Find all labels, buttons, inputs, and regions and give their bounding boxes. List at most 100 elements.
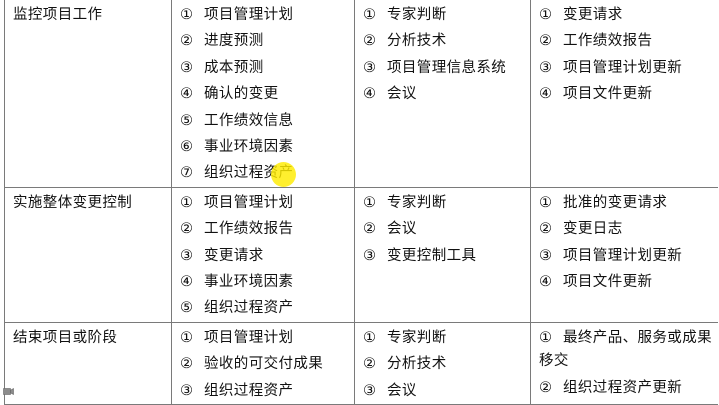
list-item: ② 变更日志: [539, 216, 718, 242]
item-text: 变更请求: [563, 7, 623, 23]
process-cell: 结束项目或阶段: [4, 321, 172, 405]
outputs-list: ① 变更请求 ② 工作绩效报告 ③ 项目管理计划更新 ④ 项目文件更新: [531, 0, 718, 108]
inputs-list: ① 项目管理计划 ② 验收的可交付成果 ③ 组织过程资产: [172, 323, 354, 404]
list-item: ② 工作绩效报告: [180, 216, 354, 242]
item-text: 专家判断: [387, 194, 447, 211]
item-text: 最终产品、服务或成果移交: [539, 329, 712, 369]
item-text: 成本预测: [204, 59, 264, 76]
table-row-monitor-control: 监控项目工作 ① 项目管理计划 ② 进度预测 ③ 成本预测 ④ 确认的变更 ⑤ 工作绩效信息 ⑥ 事业…: [4, 0, 718, 188]
item-text: 专家判断: [387, 329, 447, 346]
item-number: ①: [180, 194, 194, 211]
item-text: 验收的可交付成果: [204, 356, 324, 373]
outputs-cell: ① 批准的变更请求 ② 变更日志 ③ 项目管理计划更新 ④ 项目文件更新: [530, 186, 718, 323]
list-item: ① 专家判断: [363, 325, 530, 351]
item-text: 项目管理计划: [204, 7, 294, 23]
item-text: 变更请求: [204, 247, 264, 264]
list-item: ④ 项目文件更新: [539, 269, 718, 295]
process-name: 结束项目或阶段: [13, 329, 118, 346]
item-text: 会议: [387, 221, 417, 238]
inputs-list: ① 项目管理计划 ② 进度预测 ③ 成本预测 ④ 确认的变更 ⑤ 工作绩效信息 ⑥ 事业环境因素 ⑦ 组织…: [172, 0, 354, 187]
item-number: ①: [539, 194, 553, 211]
item-number: ①: [363, 7, 377, 23]
item-number: ②: [180, 356, 194, 373]
item-number: ⑤: [180, 300, 194, 317]
item-number: ①: [180, 329, 194, 346]
list-item: ④ 确认的变更: [180, 81, 354, 107]
tools-list: ① 专家判断 ② 分析技术 ③ 项目管理信息系统 ④ 会议: [355, 0, 530, 108]
item-number: ②: [363, 33, 377, 50]
item-number: ②: [539, 221, 553, 238]
camera-icon[interactable]: [3, 387, 14, 396]
list-item: ① 批准的变更请求: [539, 190, 718, 216]
item-text: 项目管理计划: [204, 329, 294, 346]
item-text: 事业环境因素: [204, 139, 294, 156]
item-text: 项目文件更新: [563, 86, 653, 103]
tools-list: ① 专家判断 ② 分析技术 ③ 会议: [355, 323, 530, 404]
list-item: ⑥ 事业环境因素: [180, 134, 354, 160]
table-row-close-project: 结束项目或阶段 ① 项目管理计划 ② 验收的可交付成果 ③ 组织过程资产 ① 专家判断 ② 分析…: [4, 321, 718, 405]
inputs-list: ① 项目管理计划 ② 工作绩效报告 ③ 变更请求 ④ 事业环境因素 ⑤ 组织过程资产: [172, 188, 354, 322]
item-text: 分析技术: [387, 356, 447, 373]
item-text: 变更控制工具: [387, 247, 477, 264]
list-item: ① 专家判断: [363, 2, 530, 28]
item-text: 项目管理信息系统: [387, 59, 507, 76]
tools-cell: ① 专家判断 ② 会议 ③ 变更控制工具: [354, 186, 531, 323]
tools-cell: ① 专家判断 ② 分析技术 ③ 项目管理信息系统 ④ 会议: [354, 0, 531, 188]
list-item: ① 项目管理计划: [180, 325, 354, 351]
item-number: ③: [363, 382, 377, 399]
item-number: ②: [180, 33, 194, 50]
list-item: ④ 事业环境因素: [180, 269, 354, 295]
item-text: 项目管理计划更新: [563, 59, 683, 76]
item-text: 变更日志: [563, 221, 623, 238]
item-number: ②: [180, 221, 194, 238]
item-number: ③: [180, 59, 194, 76]
item-number: ④: [180, 86, 194, 103]
list-item: ④ 项目文件更新: [539, 81, 718, 107]
item-number: ②: [539, 33, 553, 50]
item-text: 组织过程资产: [204, 300, 294, 317]
inputs-cell: ① 项目管理计划 ② 进度预测 ③ 成本预测 ④ 确认的变更 ⑤ 工作绩效信息 ⑥ 事业环境因素 ⑦ 组织…: [171, 0, 355, 188]
item-text: 工作绩效报告: [204, 221, 294, 238]
list-item: ③ 变更请求: [180, 243, 354, 269]
item-number: ⑥: [180, 139, 194, 156]
item-number: ④: [363, 86, 377, 103]
tools-cell: ① 专家判断 ② 分析技术 ③ 会议: [354, 321, 531, 405]
list-item: ③ 项目管理计划更新: [539, 55, 718, 81]
list-item: ② 进度预测: [180, 28, 354, 54]
item-number: ④: [539, 274, 553, 291]
item-number: ②: [363, 356, 377, 373]
item-text: 组织过程资产更新: [563, 379, 683, 396]
item-text: 会议: [387, 86, 417, 103]
item-number: ⑤: [180, 112, 194, 129]
item-number: ③: [363, 59, 377, 76]
item-text: 分析技术: [387, 33, 447, 50]
list-item: ③ 项目管理信息系统: [363, 55, 530, 81]
list-item: ⑤ 工作绩效信息: [180, 108, 354, 134]
list-item: ① 变更请求: [539, 2, 718, 28]
list-item: ② 工作绩效报告: [539, 28, 718, 54]
list-item: ③ 变更控制工具: [363, 243, 530, 269]
item-number: ①: [363, 194, 377, 211]
item-number: ⑦: [180, 165, 194, 182]
item-number: ③: [180, 247, 194, 264]
item-text: 项目文件更新: [563, 274, 653, 291]
outputs-cell: ① 最终产品、服务或成果移交 ② 组织过程资产更新: [530, 321, 718, 405]
table-row-change-control: 实施整体变更控制 ① 项目管理计划 ② 工作绩效报告 ③ 变更请求 ④ 事业环境因素 ⑤ 组织过程…: [4, 186, 718, 323]
item-text: 专家判断: [387, 7, 447, 23]
list-item: ② 验收的可交付成果: [180, 351, 354, 377]
list-item: ② 分析技术: [363, 28, 530, 54]
process-name: 监控项目工作: [13, 7, 103, 23]
outputs-list: ① 最终产品、服务或成果移交 ② 组织过程资产更新: [531, 323, 718, 401]
list-item: ⑤ 组织过程资产: [180, 295, 354, 321]
item-text: 进度预测: [204, 33, 264, 50]
item-text: 项目管理计划更新: [563, 247, 683, 264]
item-text: 会议: [387, 382, 417, 399]
item-text: 组织过程资产: [204, 382, 294, 399]
outputs-list: ① 批准的变更请求 ② 变更日志 ③ 项目管理计划更新 ④ 项目文件更新: [531, 188, 718, 296]
process-cell: 实施整体变更控制: [4, 186, 172, 323]
item-number: ③: [363, 247, 377, 264]
list-item: ④ 会议: [363, 81, 530, 107]
item-text: 确认的变更: [204, 86, 279, 103]
item-number: ②: [363, 221, 377, 238]
process-table: 监控项目工作 ① 项目管理计划 ② 进度预测 ③ 成本预测 ④ 确认的变更 ⑤ 工作绩效信息 ⑥ 事业…: [4, 0, 718, 405]
